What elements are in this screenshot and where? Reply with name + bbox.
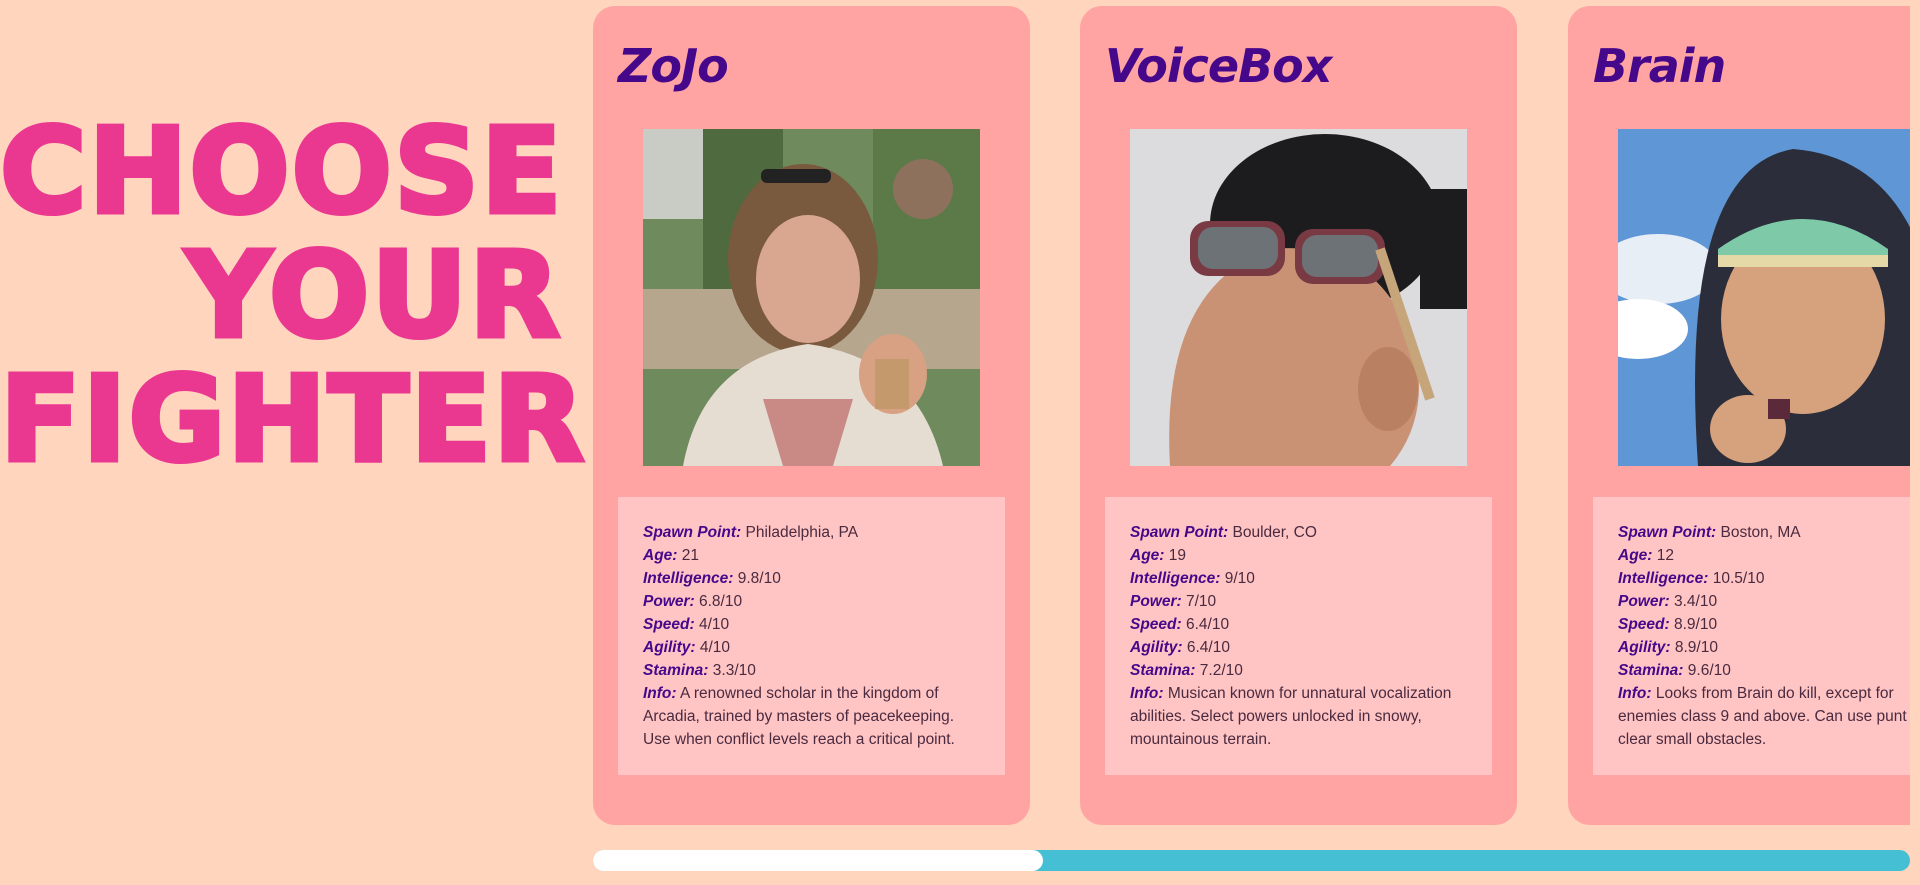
stat-label: Power: [643, 593, 695, 610]
stat-label: Agility: [1130, 639, 1183, 656]
stat-stamina: Stamina: 3.3/10 [643, 659, 981, 682]
fighter-photo [1618, 129, 1910, 466]
stat-label: Speed: [643, 616, 695, 633]
stat-speed: Speed: 8.9/10 [1618, 613, 1910, 636]
stat-value: Boulder, CO [1232, 524, 1317, 541]
stat-age: Age: 12 [1618, 544, 1910, 567]
stat-spawn-point: Spawn Point: Boston, MA [1618, 521, 1910, 544]
horizontal-scrollbar[interactable] [593, 850, 1910, 871]
stat-value: 9/10 [1224, 570, 1255, 587]
stat-label: Agility: [643, 639, 696, 656]
scrollbar-thumb[interactable] [593, 850, 1044, 871]
fighter-info-box: Spawn Point: Boston, MA Age: 12 Intellig… [1593, 497, 1910, 775]
stat-intelligence: Intelligence: 10.5/10 [1618, 567, 1910, 590]
stat-info: Info: Musican known for unnatural vocali… [1130, 682, 1468, 751]
stat-value: Boston, MA [1720, 524, 1801, 541]
fighter-photo [1130, 129, 1467, 466]
stat-power: Power: 7/10 [1130, 590, 1468, 613]
stat-value: 7.2/10 [1199, 662, 1243, 679]
fighter-name: ZoJo [618, 39, 729, 93]
stat-value: 19 [1168, 547, 1187, 564]
stat-power: Power: 3.4/10 [1618, 590, 1910, 613]
stat-label: Info: [643, 685, 677, 702]
fighter-name: VoiceBox [1105, 39, 1332, 93]
fighter-info-box: Spawn Point: Boulder, CO Age: 19 Intelli… [1105, 497, 1492, 775]
stat-label: Info: [1618, 685, 1652, 702]
stat-label: Spawn Point: [1130, 524, 1229, 541]
stat-value: 8.9/10 [1674, 639, 1718, 656]
stat-value: 6.4/10 [1186, 616, 1230, 633]
stat-label: Stamina: [1618, 662, 1684, 679]
stat-label: Intelligence: [1130, 570, 1221, 587]
stat-value: 6.8/10 [699, 593, 743, 610]
stat-label: Agility: [1618, 639, 1671, 656]
stat-value: 10.5/10 [1712, 570, 1765, 587]
stat-stamina: Stamina: 7.2/10 [1130, 659, 1468, 682]
stat-label: Info: [1130, 685, 1164, 702]
stat-agility: Agility: 8.9/10 [1618, 636, 1910, 659]
fighter-photo [643, 129, 980, 466]
fighter-info-box: Spawn Point: Philadelphia, PA Age: 21 In… [618, 497, 1005, 775]
title-line-3: FIGHTER [0, 350, 587, 489]
stat-info: Info: Looks from Brain do kill, except f… [1618, 682, 1910, 751]
stat-value: 6.4/10 [1186, 639, 1230, 656]
stat-label: Intelligence: [643, 570, 734, 587]
stat-label: Speed: [1618, 616, 1670, 633]
fighter-card-voicebox[interactable]: VoiceBox Spawn Point: Boulder, CO Age: 1… [1080, 6, 1517, 825]
title-line-1: CHOOSE [0, 102, 564, 241]
stat-label: Age: [643, 547, 678, 564]
stat-power: Power: 6.8/10 [643, 590, 981, 613]
fighter-name: Brain [1593, 39, 1726, 93]
stat-value: 12 [1656, 547, 1675, 564]
stat-value: 4/10 [699, 616, 730, 633]
stat-value: 8.9/10 [1674, 616, 1718, 633]
stat-value: 7/10 [1186, 593, 1217, 610]
stat-value: 3.4/10 [1674, 593, 1718, 610]
title-line-2: YOUR [183, 226, 562, 365]
page-title: CHOOSE YOUR FIGHTER [0, 102, 587, 489]
stat-value: 21 [681, 547, 700, 564]
stat-speed: Speed: 6.4/10 [1130, 613, 1468, 636]
info-description: A renowned scholar in the kingdom of Arc… [643, 685, 955, 748]
stat-stamina: Stamina: 9.6/10 [1618, 659, 1910, 682]
stat-value: 4/10 [699, 639, 731, 656]
stat-info: Info: A renowned scholar in the kingdom … [643, 682, 981, 751]
stat-age: Age: 21 [643, 544, 981, 567]
stat-value: 3.3/10 [712, 662, 756, 679]
stat-label: Spawn Point: [1618, 524, 1717, 541]
info-description: Looks from Brain do kill, except for ene… [1618, 685, 1910, 748]
stat-value: 9.6/10 [1687, 662, 1731, 679]
stat-spawn-point: Spawn Point: Boulder, CO [1130, 521, 1468, 544]
stat-agility: Agility: 6.4/10 [1130, 636, 1468, 659]
stat-label: Stamina: [1130, 662, 1196, 679]
stat-age: Age: 19 [1130, 544, 1468, 567]
stat-speed: Speed: 4/10 [643, 613, 981, 636]
stat-label: Spawn Point: [643, 524, 742, 541]
stat-intelligence: Intelligence: 9.8/10 [643, 567, 981, 590]
stat-intelligence: Intelligence: 9/10 [1130, 567, 1468, 590]
fighter-card-zojo[interactable]: ZoJo Spawn Point: Philadelphia, PA Age: … [593, 6, 1030, 825]
stat-value: Philadelphia, PA [745, 524, 859, 541]
stat-label: Power: [1618, 593, 1670, 610]
stat-spawn-point: Spawn Point: Philadelphia, PA [643, 521, 981, 544]
fighter-select-page: CHOOSE YOUR FIGHTER ZoJo Spawn Point: Ph… [0, 0, 1920, 885]
stat-agility: Agility: 4/10 [643, 636, 981, 659]
stat-label: Age: [1130, 547, 1165, 564]
stat-value: 9.8/10 [737, 570, 781, 587]
fighter-carousel[interactable]: ZoJo Spawn Point: Philadelphia, PA Age: … [593, 6, 1910, 826]
stat-label: Age: [1618, 547, 1653, 564]
stat-label: Power: [1130, 593, 1182, 610]
stat-label: Speed: [1130, 616, 1182, 633]
info-description: Musican known for unnatural vocalization… [1130, 685, 1452, 748]
stat-label: Stamina: [643, 662, 709, 679]
fighter-card-brain[interactable]: Brain Spawn Point: Boston, MA Age: 12 In… [1568, 6, 1910, 825]
stat-label: Intelligence: [1618, 570, 1709, 587]
